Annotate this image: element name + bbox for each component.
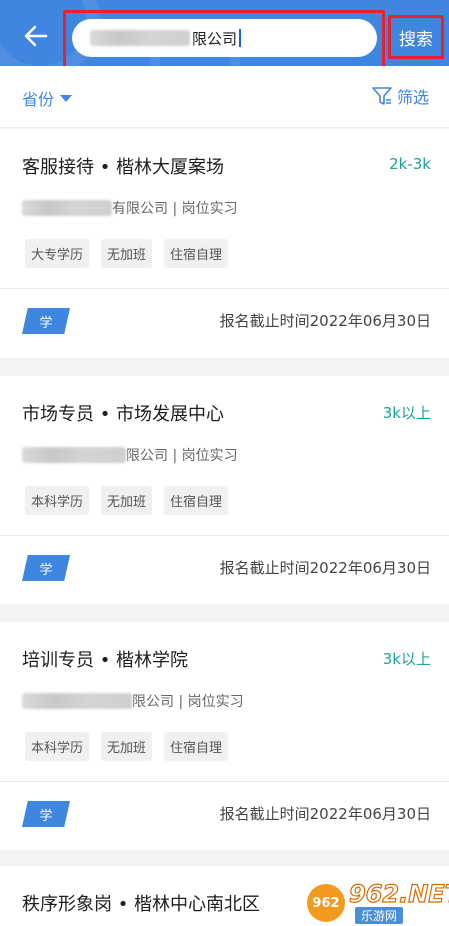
redacted-text [22,693,132,709]
job-card[interactable]: 秩序形象岗 • 楷林中心南北区 962 962.NET 乐游网 [0,866,449,926]
company-line: 有限公司 | 岗位实习 [22,198,238,218]
filter-bar: 省份 筛选 [0,66,449,128]
tag: 本科学历 [25,732,90,761]
job-salary: 2k-3k [389,155,431,173]
job-salary: 3k以上 [382,404,431,422]
province-dropdown[interactable]: 省份 [22,86,73,110]
divider [0,535,449,536]
company-line: 限公司 | 岗位实习 [22,445,238,465]
site-watermark: 962 962.NET 乐游网 [307,879,449,924]
funnel-icon [372,87,392,105]
tag: 住宿自理 [164,239,229,268]
filter-button[interactable]: 筛选 [371,84,429,108]
tag: 住宿自理 [164,486,229,515]
tag-list: 大专学历 无加班 住宿自理 [25,239,229,268]
redacted-text [22,447,126,463]
job-salary: 3k以上 [382,650,431,668]
job-card[interactable]: 市场专员 • 市场发展中心 3k以上 限公司 | 岗位实习 本科学历 无加班 住… [0,376,449,604]
job-card[interactable]: 培训专员 • 楷林学院 3k以上 限公司 | 岗位实习 本科学历 无加班 住宿自… [0,622,449,850]
job-card[interactable]: 客服接待 • 楷林大厦案场 2k-3k 有限公司 | 岗位实习 大专学历 无加班… [0,129,449,358]
search-input[interactable]: 限公司 [72,19,377,57]
watermark-sub: 乐游网 [355,907,404,924]
job-title: 客服接待 • 楷林大厦案场 [22,157,225,178]
tag: 无加班 [101,239,153,268]
filter-label: 筛选 [396,88,429,107]
caret-down-icon [60,94,73,102]
tag: 无加班 [101,732,153,761]
company-text: 有限公司 | 岗位实习 [112,201,238,217]
tag: 无加班 [101,486,153,515]
tag: 本科学历 [25,486,90,515]
watermark-logo: 962 [307,884,345,922]
type-badge: 学 [22,801,70,827]
deadline-text: 报名截止时间2022年06月30日 [219,312,431,330]
redacted-text [22,200,112,216]
tag: 大专学历 [25,239,90,268]
type-badge: 学 [22,308,70,334]
redacted-text [90,30,190,46]
divider [0,781,449,782]
back-arrow-icon[interactable] [22,22,50,50]
text-cursor [239,29,242,47]
deadline-text: 报名截止时间2022年06月30日 [219,559,431,577]
watermark-brand: 962.NET [348,879,449,908]
type-badge: 学 [22,555,70,581]
tag-list: 本科学历 无加班 住宿自理 [25,486,229,515]
job-title: 秩序形象岗 • 楷林中心南北区 [22,894,261,915]
job-title: 市场专员 • 市场发展中心 [22,404,225,425]
company-text: 限公司 | 岗位实习 [126,448,238,464]
tag: 住宿自理 [164,732,229,761]
job-title: 培训专员 • 楷林学院 [22,650,189,671]
divider [0,288,449,289]
search-button[interactable]: 搜索 [391,18,441,56]
company-line: 限公司 | 岗位实习 [22,691,244,711]
tag-list: 本科学历 无加班 住宿自理 [25,732,229,761]
deadline-text: 报名截止时间2022年06月30日 [219,805,431,823]
province-label: 省份 [22,90,55,109]
search-input-value: 限公司 [192,29,238,48]
company-text: 限公司 | 岗位实习 [132,694,244,710]
